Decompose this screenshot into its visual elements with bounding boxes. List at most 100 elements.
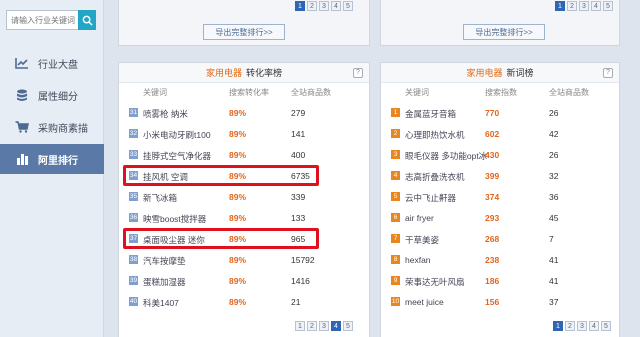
page-button[interactable]: 2: [565, 321, 575, 331]
search-icon: [82, 15, 93, 26]
rate-value: 89%: [229, 213, 247, 223]
table-row[interactable]: 39 蛋糕加湿器 89% 1416: [119, 270, 369, 291]
page-button[interactable]: 1: [295, 321, 305, 331]
search-input[interactable]: [6, 10, 78, 30]
export-button[interactable]: 导出完整排行>>: [463, 24, 545, 40]
index-value: 186: [485, 276, 500, 286]
table-header: 关键词 搜索转化率 全站商品数: [119, 83, 369, 99]
table-row[interactable]: 10 meet juice 156 37: [381, 291, 619, 312]
conversion-rank-panel: 家用电器 转化率榜 ? 关键词 搜索转化率 全站商品数 31 喷雾枪 纳米 89% 27…: [118, 62, 370, 337]
table-row[interactable]: 7 干草美姿 268 7: [381, 228, 619, 249]
count-value: 21: [291, 297, 301, 307]
page-button[interactable]: 1: [295, 1, 305, 11]
page-button[interactable]: 3: [577, 321, 587, 331]
pagination: 1 2 3 4 5: [553, 321, 611, 331]
panel-title: 家用电器 转化率榜 ?: [119, 63, 369, 83]
keyword-link[interactable]: 心理即热饮水机: [405, 129, 465, 141]
keyword-link[interactable]: 眼毛仪器 多功能opt冰: [405, 150, 487, 162]
column-header: 搜索指数: [485, 88, 517, 97]
count-value: 36: [549, 192, 559, 202]
search-button[interactable]: [78, 10, 96, 30]
rank-badge: 3: [391, 150, 400, 159]
keyword-link[interactable]: 小米电动牙刷t100: [143, 129, 211, 141]
page-button[interactable]: 3: [319, 1, 329, 11]
keyword-link[interactable]: meet juice: [405, 297, 444, 307]
page-button[interactable]: 2: [307, 1, 317, 11]
table-row[interactable]: 5 云中飞止鼾器 374 36: [381, 186, 619, 207]
top-right-panel: 1 2 3 4 5 导出完整排行>>: [380, 0, 620, 46]
page-button[interactable]: 1: [555, 1, 565, 11]
keyword-link[interactable]: hexfan: [405, 255, 431, 265]
page-button[interactable]: 3: [319, 321, 329, 331]
panel-title-text: 转化率榜: [246, 68, 283, 78]
keyword-link[interactable]: 志高折叠洗衣机: [405, 171, 465, 183]
table-row[interactable]: 9 荣事达无叶风扇 186 41: [381, 270, 619, 291]
sidebar: 行业大盘 属性细分 采购商素描 阿里排行: [0, 0, 104, 337]
panel-title-text: 新词榜: [506, 68, 534, 78]
table-row[interactable]: 2 心理即热饮水机 602 42: [381, 123, 619, 144]
rank-badge: 9: [391, 276, 400, 285]
keyword-link[interactable]: 金属蓝牙音箱: [405, 108, 456, 120]
table-row[interactable]: 6 air fryer 293 45: [381, 207, 619, 228]
page-button[interactable]: 5: [343, 1, 353, 11]
keyword-link[interactable]: 新飞冰箱: [143, 192, 177, 204]
table-row[interactable]: 36 映雪boost搅拌器 89% 133: [119, 207, 369, 228]
sidebar-item-label: 采购商素描: [38, 123, 88, 135]
table-row[interactable]: 1 金属蓝牙音箱 770 26: [381, 102, 619, 123]
keyword-link[interactable]: 映雪boost搅拌器: [143, 213, 206, 225]
sidebar-item-industry[interactable]: 行业大盘: [0, 48, 104, 78]
page-button[interactable]: 4: [331, 321, 341, 331]
page-button[interactable]: 4: [589, 321, 599, 331]
help-icon[interactable]: ?: [603, 68, 613, 78]
page-button[interactable]: 4: [331, 1, 341, 11]
page-button[interactable]: 5: [343, 321, 353, 331]
page-button[interactable]: 5: [601, 321, 611, 331]
rate-value: 89%: [229, 192, 247, 202]
page-button[interactable]: 1: [553, 321, 563, 331]
keyword-link[interactable]: 云中飞止鼾器: [405, 192, 456, 204]
page-button[interactable]: 5: [603, 1, 613, 11]
table-row[interactable]: 33 挂脖式空气净化器 89% 400: [119, 144, 369, 165]
index-value: 374: [485, 192, 500, 202]
index-value: 293: [485, 213, 500, 223]
page-button[interactable]: 4: [591, 1, 601, 11]
page-button[interactable]: 3: [579, 1, 589, 11]
keyword-link[interactable]: air fryer: [405, 213, 434, 223]
count-value: 45: [549, 213, 559, 223]
table-row[interactable]: 32 小米电动牙刷t100 89% 141: [119, 123, 369, 144]
keyword-link[interactable]: 挂脖式空气净化器: [143, 150, 211, 162]
top-left-panel: 1 2 3 4 5 导出完整排行>>: [118, 0, 370, 46]
sidebar-item-buyers[interactable]: 采购商素描: [0, 112, 104, 142]
keyword-link[interactable]: 荣事达无叶风扇: [405, 276, 465, 288]
sidebar-item-attributes[interactable]: 属性细分: [0, 80, 104, 110]
sidebar-item-label: 属性细分: [38, 91, 78, 103]
column-header: 关键词: [143, 88, 167, 97]
count-value: 7: [549, 234, 554, 244]
count-value: 141: [291, 129, 306, 139]
table-row[interactable]: 31 喷雾枪 纳米 89% 279: [119, 102, 369, 123]
index-value: 430: [485, 150, 500, 160]
table-row[interactable]: 38 汽车按摩垫 89% 15792: [119, 249, 369, 270]
count-value: 41: [549, 255, 559, 265]
rank-badge: 1: [391, 108, 400, 117]
table-row[interactable]: 8 hexfan 238 41: [381, 249, 619, 270]
table-row[interactable]: 40 科美1407 89% 21: [119, 291, 369, 312]
keyword-link[interactable]: 科美1407: [143, 297, 179, 309]
keyword-link[interactable]: 喷雾枪 纳米: [143, 108, 188, 120]
count-value: 15792: [291, 255, 315, 265]
count-value: 37: [549, 297, 559, 307]
help-icon[interactable]: ?: [353, 68, 363, 78]
rank-badge: 8: [391, 255, 400, 264]
rank-badge: 32: [129, 129, 138, 138]
keyword-link[interactable]: 干草美姿: [405, 234, 439, 246]
keyword-link[interactable]: 汽车按摩垫: [143, 255, 186, 267]
page-button[interactable]: 2: [567, 1, 577, 11]
keyword-link[interactable]: 蛋糕加湿器: [143, 276, 186, 288]
page-button[interactable]: 2: [307, 321, 317, 331]
sidebar-nav: 行业大盘 属性细分 采购商素描 阿里排行: [0, 48, 104, 176]
table-row[interactable]: 3 眼毛仪器 多功能opt冰 430 26: [381, 144, 619, 165]
export-button[interactable]: 导出完整排行>>: [203, 24, 285, 40]
table-row[interactable]: 4 志高折叠洗衣机 399 32: [381, 165, 619, 186]
sidebar-item-ranking[interactable]: 阿里排行: [0, 144, 104, 174]
table-row[interactable]: 35 新飞冰箱 89% 339: [119, 186, 369, 207]
